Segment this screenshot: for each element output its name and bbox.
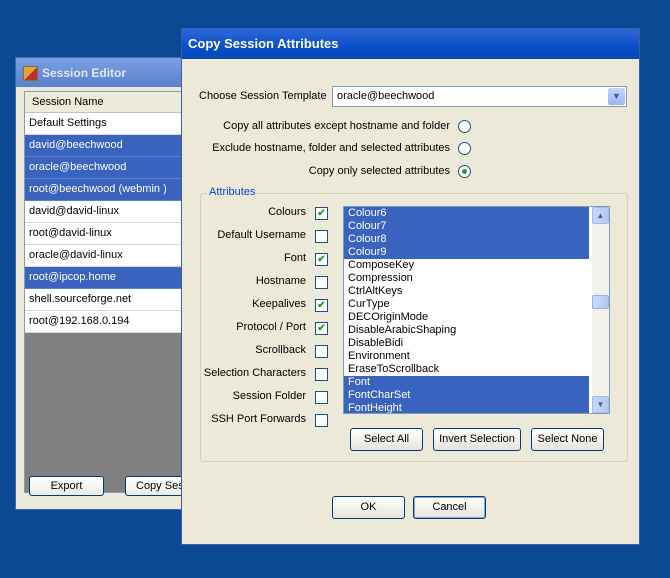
session-template-value: oracle@beechwood — [337, 90, 435, 102]
session-name-column-header[interactable]: Session Name — [25, 92, 193, 113]
list-item[interactable]: Compression — [344, 272, 589, 285]
list-item[interactable]: CtrlAltKeys — [344, 285, 589, 298]
list-item[interactable]: FontCharSet — [344, 389, 589, 402]
list-item[interactable]: CurType — [344, 298, 589, 311]
session-editor-titlebar[interactable]: Session Editor — [16, 58, 201, 87]
attribute-label: Colours — [268, 206, 306, 218]
list-item[interactable]: FontHeight — [344, 402, 589, 413]
app-icon — [23, 66, 38, 81]
session-row[interactable]: shell.sourceforge.net — [25, 289, 193, 311]
dialog-titlebar[interactable]: Copy Session Attributes — [182, 29, 639, 59]
list-item[interactable]: ComposeKey — [344, 259, 589, 272]
list-item[interactable]: DisableArabicShaping — [344, 324, 589, 337]
attribute-checkbox[interactable]: ✔ — [315, 207, 328, 220]
attribute-checkbox[interactable] — [315, 230, 328, 243]
attribute-label: Scrollback — [255, 344, 306, 356]
attribute-label: Session Folder — [232, 390, 306, 402]
chevron-down-icon[interactable]: ▼ — [608, 88, 625, 105]
list-item[interactable]: DECOriginMode — [344, 311, 589, 324]
attribute-label: Protocol / Port — [236, 321, 306, 333]
attribute-listbox[interactable]: Colour6 Colour7 Colour8 Colour9 ComposeKey Co… — [343, 206, 610, 414]
session-editor-window[interactable]: Session Editor Session Name Default Sett… — [15, 57, 210, 510]
list-item[interactable]: Colour9 — [344, 246, 589, 259]
session-row[interactable]: root@192.168.0.194 — [25, 311, 193, 333]
dialog-title: Copy Session Attributes — [188, 36, 339, 51]
invert-selection-button[interactable]: Invert Selection — [433, 428, 521, 451]
scroll-down-icon[interactable]: ▼ — [592, 396, 609, 413]
attribute-label: Font — [283, 252, 306, 264]
attributes-group-title: Attributes — [207, 186, 258, 198]
ok-button[interactable]: OK — [332, 496, 405, 519]
option-exclude-radio[interactable] — [458, 142, 471, 155]
select-all-button[interactable]: Select All — [350, 428, 423, 451]
copy-session-attributes-dialog[interactable]: Copy Session Attributes Choose Session T… — [181, 28, 640, 545]
select-none-button[interactable]: Select None — [531, 428, 604, 451]
session-row[interactable]: oracle@beechwood — [25, 157, 193, 179]
attribute-label: Default Username — [217, 229, 306, 241]
list-item[interactable]: Font — [344, 376, 589, 389]
session-row[interactable]: david@david-linux — [25, 201, 193, 223]
attribute-list-scrollbar[interactable]: ▲ ▼ — [592, 207, 609, 413]
list-item[interactable]: EraseToScrollback — [344, 363, 589, 376]
list-item[interactable]: DisableBidi — [344, 337, 589, 350]
session-row[interactable]: root@ipcop.home — [25, 267, 193, 289]
attribute-checkbox[interactable] — [315, 414, 328, 427]
attribute-checkbox[interactable]: ✔ — [315, 253, 328, 266]
attribute-label: Selection Characters — [203, 367, 306, 379]
template-label: Choose Session Template — [199, 90, 327, 102]
session-row[interactable]: david@beechwood — [25, 135, 193, 157]
list-item[interactable]: Colour7 — [344, 220, 589, 233]
attribute-checkbox[interactable]: ✔ — [315, 299, 328, 312]
scroll-thumb[interactable] — [592, 295, 609, 309]
session-row[interactable]: root@david-linux — [25, 223, 193, 245]
session-template-combo[interactable]: oracle@beechwood ▼ — [332, 86, 627, 107]
scroll-up-icon[interactable]: ▲ — [592, 207, 609, 224]
attribute-checkbox[interactable] — [315, 391, 328, 404]
attribute-label: Hostname — [255, 275, 306, 287]
cancel-button[interactable]: Cancel — [413, 496, 486, 519]
attribute-label: Keepalives — [252, 298, 306, 310]
attribute-checkbox[interactable] — [315, 368, 328, 381]
session-list[interactable]: Session Name Default Settings david@beech… — [24, 91, 194, 493]
session-row[interactable]: Default Settings — [25, 113, 193, 135]
export-button[interactable]: Export — [29, 476, 104, 496]
session-row[interactable]: oracle@david-linux — [25, 245, 193, 267]
option-copy-selected-radio[interactable] — [458, 165, 471, 178]
session-row[interactable]: root@beechwood (webmin ) — [25, 179, 193, 201]
option-copy-all-radio[interactable] — [458, 120, 471, 133]
list-item[interactable]: Colour6 — [344, 207, 589, 220]
attribute-checkbox[interactable] — [315, 345, 328, 358]
attribute-label: SSH Port Forwards — [211, 413, 306, 425]
attribute-checkbox[interactable] — [315, 276, 328, 289]
attribute-checkbox[interactable]: ✔ — [315, 322, 328, 335]
session-editor-title: Session Editor — [42, 66, 127, 80]
list-item[interactable]: Environment — [344, 350, 589, 363]
option-copy-selected-label: Copy only selected attributes — [308, 165, 450, 177]
option-exclude-label: Exclude hostname, folder and selected at… — [212, 142, 450, 154]
option-copy-all-label: Copy all attributes except hostname and … — [223, 120, 450, 132]
list-item[interactable]: Colour8 — [344, 233, 589, 246]
